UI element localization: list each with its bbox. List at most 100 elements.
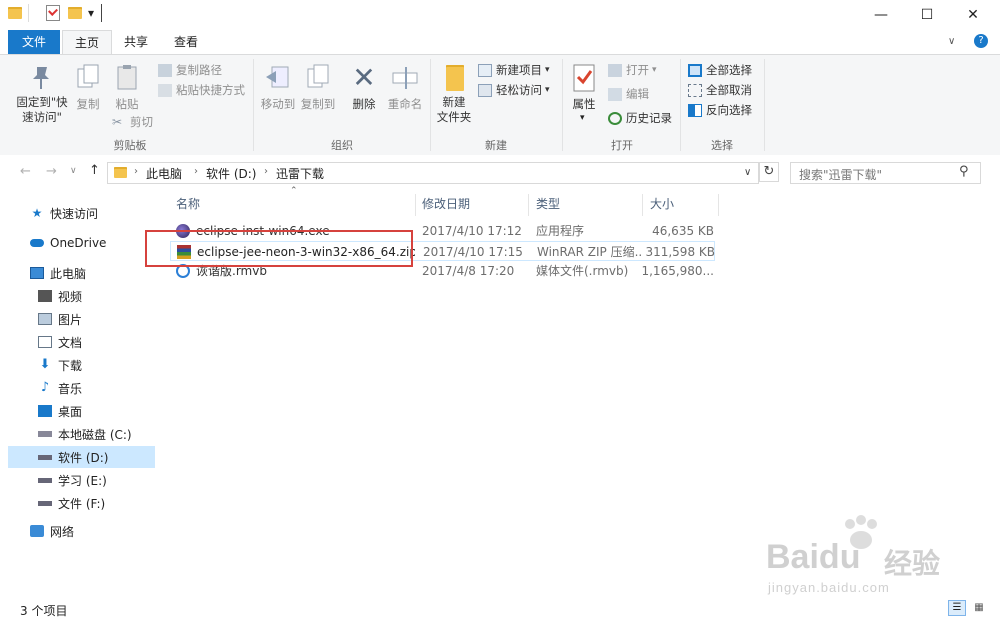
nav-item[interactable]: 文档 bbox=[8, 331, 155, 353]
search-placeholder: 搜索"迅雷下载" bbox=[799, 168, 883, 182]
nav-item-label: 文档 bbox=[58, 335, 83, 350]
drive-icon bbox=[38, 477, 52, 483]
breadcrumb-this-pc[interactable]: 此电脑 bbox=[146, 165, 182, 182]
computer-icon bbox=[30, 267, 44, 279]
cut-button[interactable]: ✂ 剪切 bbox=[112, 113, 153, 131]
ribbon-separator bbox=[562, 59, 563, 151]
select-group-label: 选择 bbox=[711, 139, 733, 152]
new-folder-label: 新建 文件夹 bbox=[436, 95, 472, 124]
ribbon-tabs: 文件 主页 共享 查看 ∨ ? bbox=[0, 30, 1000, 56]
nav-item[interactable]: OneDrive bbox=[8, 232, 155, 254]
nav-item[interactable]: 此电脑 bbox=[8, 262, 155, 284]
column-header-size[interactable]: 大小 bbox=[650, 194, 674, 214]
nav-item-label: 软件 (D:) bbox=[58, 450, 109, 465]
nav-item[interactable]: ⬇ 下载 bbox=[8, 354, 155, 376]
breadcrumb-current-folder[interactable]: 迅雷下载 bbox=[276, 165, 324, 182]
paste-shortcut-button[interactable]: 粘贴快捷方式 bbox=[158, 81, 245, 99]
new-folder-big-icon bbox=[446, 65, 464, 91]
close-button[interactable]: ✕ bbox=[950, 0, 996, 30]
forward-arrow-icon[interactable]: → bbox=[46, 164, 57, 179]
nav-item[interactable]: 图片 bbox=[8, 308, 155, 330]
column-separator bbox=[642, 194, 643, 216]
back-arrow-icon[interactable]: ← bbox=[20, 164, 31, 179]
search-icon[interactable]: ⚲ bbox=[959, 164, 969, 179]
nav-item-label: 文件 (F:) bbox=[58, 496, 106, 511]
file-date: 2017/4/10 17:15 bbox=[423, 245, 523, 259]
minimize-button[interactable]: — bbox=[858, 0, 904, 30]
video-icon bbox=[38, 290, 52, 302]
drive-c-icon bbox=[38, 431, 52, 437]
invert-selection-button[interactable]: 反向选择 bbox=[688, 101, 752, 119]
dropdown-icon: ▾ bbox=[580, 113, 585, 123]
new-folder-icon[interactable] bbox=[68, 7, 82, 19]
rename-icon bbox=[391, 63, 419, 93]
title-separator bbox=[101, 4, 102, 22]
paste-shortcut-icon bbox=[158, 83, 172, 97]
nav-item[interactable]: ★ 快速访问 bbox=[8, 202, 155, 224]
collapse-ribbon-icon[interactable]: ∨ bbox=[948, 36, 955, 47]
sort-up-icon: ⌃ bbox=[290, 186, 298, 196]
help-icon[interactable]: ? bbox=[974, 34, 988, 48]
open-button[interactable]: 打开 ▾ bbox=[608, 61, 657, 79]
organize-group-label: 组织 bbox=[331, 139, 353, 152]
ribbon-separator bbox=[430, 59, 431, 151]
cloud-icon bbox=[30, 239, 44, 247]
column-header-type[interactable]: 类型 bbox=[536, 194, 560, 214]
column-header-date[interactable]: 修改日期 bbox=[422, 194, 470, 214]
easy-access-button[interactable]: 轻松访问 ▾ bbox=[478, 81, 550, 99]
nav-item[interactable]: 网络 bbox=[8, 520, 155, 542]
ribbon: 固定到"快 速访问" 复制 粘贴 复制路径 粘贴快捷方式 ✂ 剪切 剪贴板 移动到… bbox=[0, 54, 1000, 156]
qat-separator bbox=[28, 4, 29, 22]
nav-item[interactable]: ♪ 音乐 bbox=[8, 377, 155, 399]
nav-item[interactable]: 软件 (D:) bbox=[8, 446, 155, 468]
tab-view[interactable]: 查看 bbox=[164, 30, 208, 54]
chevron-right-icon: › bbox=[264, 166, 268, 177]
maximize-button[interactable]: ☐ bbox=[904, 0, 950, 30]
new-item-icon bbox=[478, 63, 492, 77]
new-item-button[interactable]: 新建项目 ▾ bbox=[478, 61, 550, 79]
open-group-label: 打开 bbox=[611, 139, 633, 152]
copy-path-button[interactable]: 复制路径 bbox=[158, 61, 222, 79]
pin-label: 固定到"快 速访问" bbox=[16, 95, 68, 124]
edit-button[interactable]: 编辑 bbox=[608, 85, 649, 103]
chevron-right-icon: › bbox=[134, 166, 138, 177]
nav-item[interactable]: 学习 (E:) bbox=[8, 469, 155, 491]
refresh-icon[interactable]: ↻ bbox=[759, 162, 779, 182]
new-group-label: 新建 bbox=[485, 139, 507, 152]
invert-selection-icon bbox=[688, 103, 702, 117]
nav-item[interactable]: 文件 (F:) bbox=[8, 492, 155, 514]
nav-item-label: 学习 (E:) bbox=[58, 473, 107, 488]
nav-item[interactable]: 视频 bbox=[8, 285, 155, 307]
dropdown-icon: ▾ bbox=[545, 65, 550, 75]
up-arrow-icon[interactable]: ↑ bbox=[89, 163, 100, 178]
history-icon bbox=[608, 111, 622, 125]
tab-file[interactable]: 文件 bbox=[8, 30, 60, 54]
tab-home[interactable]: 主页 bbox=[62, 30, 112, 56]
open-icon bbox=[608, 63, 622, 77]
breadcrumb-drive-d[interactable]: 软件 (D:) bbox=[206, 165, 256, 182]
move-to-icon bbox=[264, 63, 292, 93]
tab-share[interactable]: 共享 bbox=[114, 30, 158, 54]
copy-icon bbox=[75, 63, 103, 93]
nav-item[interactable]: 本地磁盘 (C:) bbox=[8, 423, 155, 445]
address-dropdown-icon[interactable]: ∨ bbox=[744, 167, 751, 178]
column-header-name[interactable]: 名称 bbox=[176, 194, 200, 214]
select-none-button[interactable]: 全部取消 bbox=[688, 81, 752, 99]
drive-icon bbox=[38, 454, 52, 460]
picture-icon bbox=[38, 313, 52, 325]
select-all-button[interactable]: 全部选择 bbox=[688, 61, 752, 79]
properties-icon[interactable] bbox=[46, 5, 60, 21]
address-bar[interactable]: › 此电脑 › 软件 (D:) › 迅雷下载 ∨ bbox=[107, 162, 759, 184]
drive-icon bbox=[38, 500, 52, 506]
item-count: 3 个项目 bbox=[20, 604, 68, 618]
search-input[interactable]: 搜索"迅雷下载" ⚲ bbox=[790, 162, 981, 184]
recent-chevron-icon[interactable]: ∨ bbox=[70, 166, 77, 176]
nav-item-label: OneDrive bbox=[50, 236, 107, 250]
history-button[interactable]: 历史记录 bbox=[608, 109, 672, 127]
qat-dropdown-icon[interactable]: ▾ bbox=[88, 6, 94, 20]
file-date: 2017/4/8 17:20 bbox=[422, 264, 515, 278]
nav-item-label: 下载 bbox=[58, 358, 83, 373]
network-icon bbox=[30, 525, 44, 537]
nav-item[interactable]: 桌面 bbox=[8, 400, 155, 422]
file-type: 应用程序 bbox=[536, 224, 585, 238]
